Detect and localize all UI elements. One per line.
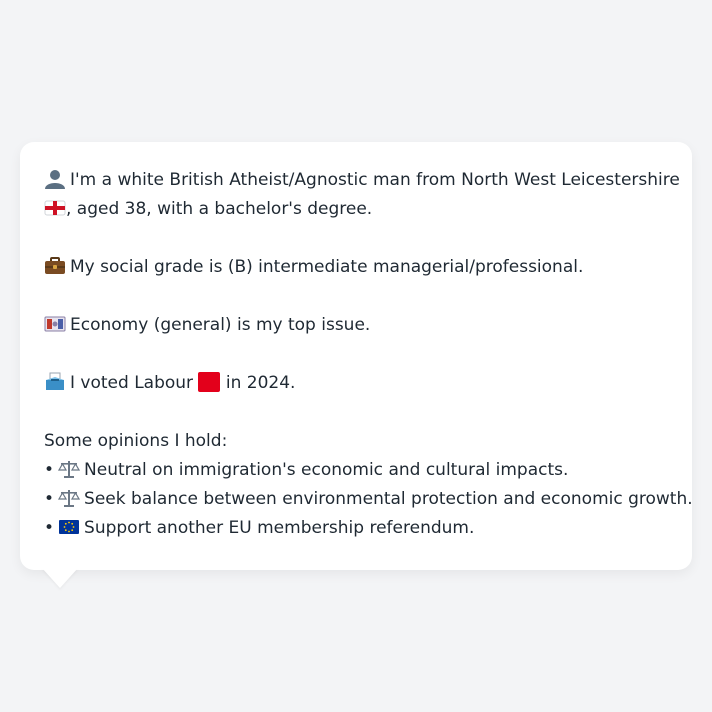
- opinion-text: Support another EU membership referendum…: [84, 518, 475, 538]
- bubble-tail: [42, 568, 78, 588]
- banknote-icon: [44, 314, 66, 334]
- top-issue-text: Economy (general) is my top issue.: [70, 315, 371, 335]
- identity-text-continued: , aged 38, with a bachelor's degree.: [66, 199, 373, 219]
- opinions-heading: Some opinions I hold:: [44, 431, 228, 451]
- vote-text-before: I voted Labour: [70, 373, 194, 393]
- vote-text-after: in 2024.: [225, 373, 296, 393]
- opinion-item: • Support another EU membership referend…: [44, 514, 668, 543]
- bullet: •: [44, 460, 55, 480]
- identity-text: I'm a white British Atheist/Agnostic man…: [70, 170, 680, 190]
- person-silhouette-icon: [44, 169, 66, 189]
- eu-flag-icon: [58, 517, 80, 537]
- red-square-icon: [198, 372, 221, 392]
- bullet: •: [44, 518, 55, 538]
- opinion-text: Neutral on immigration's economic and cu…: [84, 460, 569, 480]
- opinion-item: • Neutral on immigration's economic and …: [44, 456, 668, 485]
- opinion-text: Seek balance between environmental prote…: [84, 489, 693, 509]
- opinion-item: • Seek balance between environmental pro…: [44, 485, 693, 514]
- balance-scale-icon: [58, 459, 81, 479]
- vote-line: I voted Labour in 2024.: [44, 369, 668, 398]
- ballot-box-icon: [44, 372, 66, 392]
- balance-scale-icon: [58, 488, 81, 508]
- identity-line: I'm a white British Atheist/Agnostic man…: [44, 166, 680, 195]
- social-grade-line: My social grade is (B) intermediate mana…: [44, 253, 668, 282]
- identity-line-continued: , aged 38, with a bachelor's degree.: [44, 195, 668, 224]
- england-flag-icon: [44, 198, 66, 218]
- bullet: •: [44, 489, 55, 509]
- top-issue-line: Economy (general) is my top issue.: [44, 311, 668, 340]
- briefcase-icon: [44, 256, 66, 276]
- message-bubble: I'm a white British Atheist/Agnostic man…: [20, 142, 693, 570]
- social-grade-text: My social grade is (B) intermediate mana…: [70, 257, 584, 277]
